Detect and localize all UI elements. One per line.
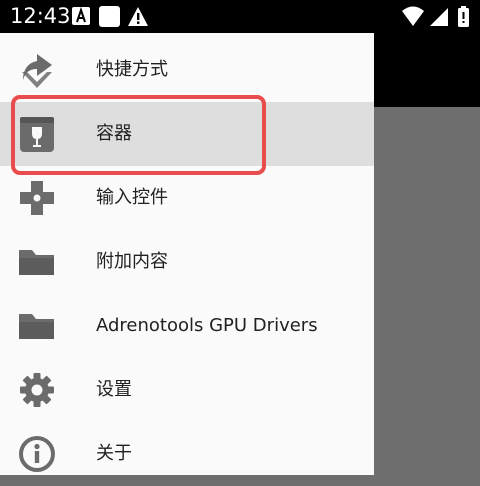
menu-item-extras[interactable]: 附加内容 (0, 230, 374, 294)
cell-signal-icon (430, 8, 448, 26)
menu-label: 关于 (96, 443, 132, 464)
menu-label: 附加内容 (96, 251, 168, 272)
status-right-icons (402, 6, 469, 27)
folder-icon (19, 314, 54, 339)
menu-item-settings[interactable]: 设置 (0, 358, 374, 422)
menu-label: 输入控件 (96, 187, 168, 208)
folder-icon (19, 250, 54, 275)
menu-item-shortcuts[interactable]: 快捷方式 (0, 38, 374, 102)
highlight-annotation (11, 95, 266, 175)
menu-item-input-controls[interactable]: 输入控件 (0, 166, 374, 230)
wifi-icon (402, 6, 424, 26)
dpad-icon (20, 181, 54, 215)
status-bar: 12:43 (0, 0, 480, 33)
menu-label: 快捷方式 (96, 59, 168, 80)
status-time: 12:43 (10, 4, 71, 28)
menu-item-about[interactable]: 关于 (0, 422, 374, 486)
warning-icon (128, 7, 148, 26)
status-left-icons (72, 6, 148, 27)
gear-icon (20, 373, 54, 407)
app-toolbar-behind (374, 33, 480, 107)
shortcut-icon (22, 54, 52, 88)
menu-item-gpu-drivers[interactable]: Adrenotools GPU Drivers (0, 294, 374, 358)
a-badge-icon (72, 6, 90, 25)
menu-label: Adrenotools GPU Drivers (96, 315, 318, 336)
battery-icon (458, 6, 469, 27)
square-notification-icon (99, 6, 120, 27)
info-icon (19, 436, 55, 472)
menu-label: 设置 (96, 379, 132, 400)
